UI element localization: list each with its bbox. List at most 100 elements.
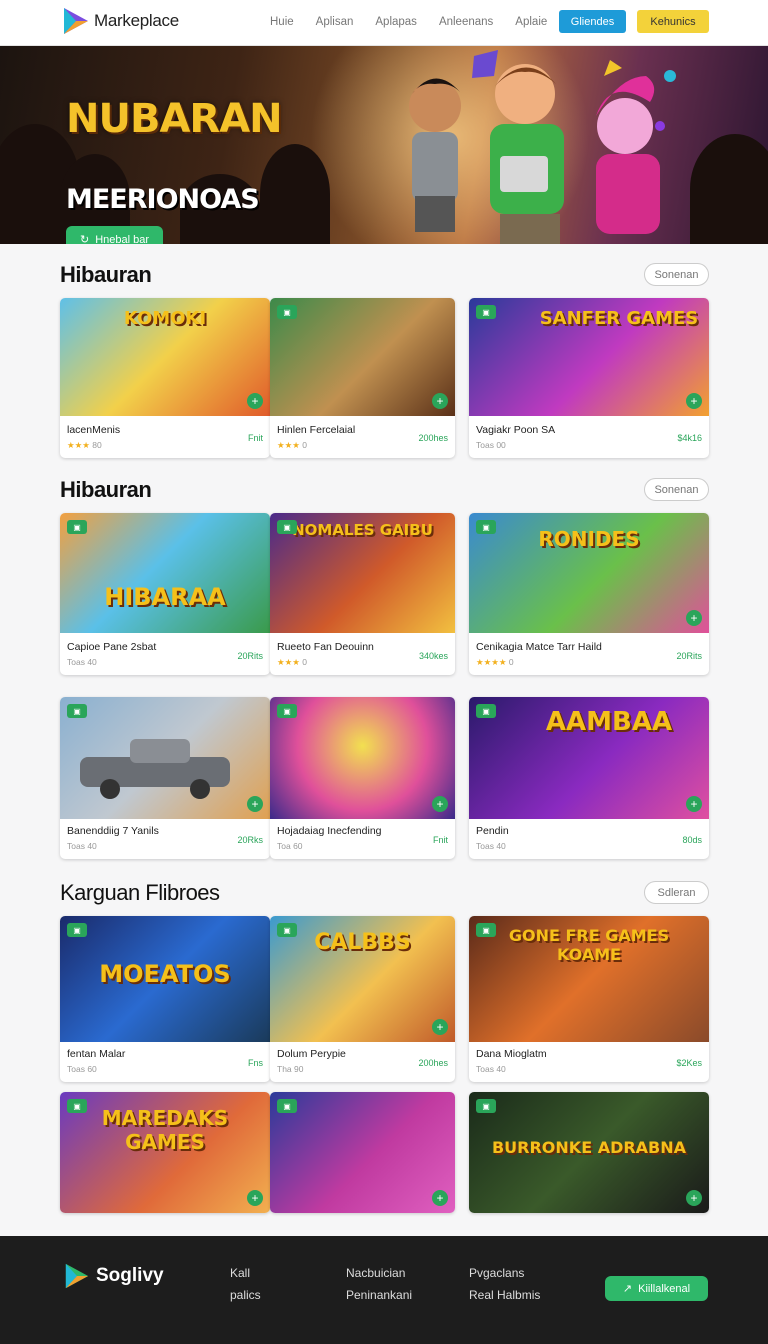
game-card[interactable]: ▣ + Hojadaiag Inecfending Toa 60 Fnit — [270, 697, 455, 859]
footer-brand-name: Soglivy — [96, 1265, 164, 1286]
see-all-button-1[interactable]: Sonenan — [644, 263, 709, 286]
card-price: Fnit — [247, 433, 263, 443]
play-logo-icon — [65, 1263, 89, 1289]
nav-link-4[interactable]: Anleenans — [439, 16, 493, 28]
category-badge-icon: ▣ — [277, 520, 297, 534]
card-title: Vagiakr Poon SA — [476, 424, 556, 436]
add-icon[interactable]: + — [686, 393, 702, 409]
game-card[interactable]: HIBARAA ▣ Capioe Pane 2sbat Toas 40 20Ri… — [60, 513, 270, 675]
game-card[interactable]: MOEATOS ▣ fentan Malar Toas 60 Fns — [60, 916, 270, 1082]
top-header: Markeplace Huie Aplisan Aplapas Anleenan… — [0, 0, 768, 46]
thumbnail-art-title: CALBBS — [314, 930, 411, 955]
footer-logo[interactable]: Soglivy — [64, 1262, 164, 1290]
card-meta: Toas 40 — [67, 841, 97, 851]
footer-link[interactable]: Pvgaclans — [469, 1262, 540, 1284]
game-card[interactable]: ▣ + Hinlen Fercelaial ★★★ 0 200hes — [270, 298, 455, 458]
card-meta: Tha 90 — [277, 1064, 304, 1074]
category-badge-icon: ▣ — [476, 704, 496, 718]
game-card[interactable]: KOMOKI + lacenMenis ★★★ 80 Fnit — [60, 298, 270, 458]
card-meta: Toas 40 — [67, 657, 97, 667]
see-all-button-3[interactable]: Sdleran — [644, 881, 709, 904]
add-icon[interactable]: + — [686, 796, 702, 812]
card-meta: Toas 40 — [476, 841, 506, 851]
game-card[interactable]: GONE FRE GAMES KOAME ▣ Dana Mioglatm Toa… — [469, 916, 709, 1082]
card-meta: Toas 60 — [67, 1064, 97, 1074]
game-thumbnail: GONE FRE GAMES KOAME ▣ — [469, 916, 709, 1042]
game-card[interactable]: ▣ + Banenddiig 7 Yanils Toas 40 20Rks — [60, 697, 270, 859]
card-meta: ★★★ 0 — [277, 657, 307, 667]
nav-link-2[interactable]: Aplisan — [316, 16, 354, 28]
footer-link[interactable]: Kall — [230, 1262, 261, 1284]
game-thumbnail: BURRONKE ADRABNA ▣ + — [469, 1092, 709, 1213]
game-card[interactable]: CALBBS ▣ + Dolum Perypie Tha 90 200hes — [270, 916, 455, 1082]
thumbnail-art-title: SANFER GAMES — [539, 308, 699, 329]
game-thumbnail: MAREDAKS GAMES ▣ + — [60, 1092, 270, 1213]
category-badge-icon: ▣ — [67, 704, 87, 718]
card-title: lacenMenis — [67, 424, 121, 436]
see-all-button-2[interactable]: Sonenan — [644, 478, 709, 501]
footer-cta-button[interactable]: ↗ Kiillalkenal — [605, 1276, 708, 1301]
footer-link[interactable]: palics — [230, 1284, 261, 1306]
secondary-header-button[interactable]: Kehunics — [637, 10, 709, 33]
add-icon[interactable]: + — [432, 796, 448, 812]
game-thumbnail: AAMBAA ▣ + — [469, 697, 709, 819]
card-meta: Toa 60 — [277, 841, 303, 851]
game-thumbnail: SANFER GAMES ▣ + — [469, 298, 709, 416]
add-icon[interactable]: + — [432, 1190, 448, 1206]
brand-logo[interactable]: Markeplace — [62, 6, 179, 36]
add-icon[interactable]: + — [247, 393, 263, 409]
card-price: 20Rits — [237, 651, 263, 661]
game-thumbnail: ▣ + — [270, 1092, 455, 1213]
nav-link-1[interactable]: Huie — [270, 16, 294, 28]
section-title-3: Karguan Flibroes — [60, 880, 220, 905]
primary-header-button[interactable]: Gliendes — [559, 10, 626, 33]
card-title: Cenikagia Matce Tarr Haild — [476, 641, 602, 653]
game-card[interactable]: MAREDAKS GAMES ▣ + — [60, 1092, 270, 1213]
nav-link-5[interactable]: Aplaie — [515, 16, 547, 28]
card-title: Pendin — [476, 825, 509, 837]
thumbnail-art-title: AAMBAA — [545, 707, 673, 737]
hero-cta-button[interactable]: ↻ Hnebal bar — [66, 226, 163, 244]
category-badge-icon: ▣ — [67, 1099, 87, 1113]
rating-stars-icon: ★★★ — [67, 440, 90, 450]
game-thumbnail: NOMALES GAIBU ▣ — [270, 513, 455, 633]
add-icon[interactable]: + — [686, 610, 702, 626]
add-icon[interactable]: + — [432, 1019, 448, 1035]
game-card[interactable]: ▣ + — [270, 1092, 455, 1213]
game-card[interactable]: BURRONKE ADRABNA ▣ + — [469, 1092, 709, 1213]
footer-link[interactable]: Real Halbmis — [469, 1284, 540, 1306]
game-card[interactable]: AAMBAA ▣ + Pendin Toas 40 80ds — [469, 697, 709, 859]
add-icon[interactable]: + — [247, 796, 263, 812]
game-card[interactable]: SANFER GAMES ▣ + Vagiakr Poon SA Toas 00… — [469, 298, 709, 458]
footer-link[interactable]: Peninankani — [346, 1284, 412, 1306]
game-thumbnail: KOMOKI + — [60, 298, 270, 416]
card-price: Fns — [247, 1058, 263, 1068]
game-thumbnail: HIBARAA ▣ — [60, 513, 270, 633]
site-footer: Soglivy Kall palics Nacbuician Peninanka… — [0, 1236, 768, 1344]
thumbnail-art-title: MAREDAKS GAMES — [101, 1106, 229, 1154]
hero-banner: NUBARAN MEERIONOAS ↻ Hnebal bar — [0, 46, 768, 244]
main-nav: Huie Aplisan Aplapas Anleenans Aplaie — [270, 16, 569, 28]
game-card[interactable]: NOMALES GAIBU ▣ Rueeto Fan Deouinn ★★★ 0… — [270, 513, 455, 675]
rating-stars-icon: ★★★★ — [476, 657, 507, 667]
hero-cta-label: Hnebal bar — [95, 233, 150, 245]
category-badge-icon: ▣ — [277, 1099, 297, 1113]
category-badge-icon: ▣ — [476, 520, 496, 534]
play-logo-icon — [64, 8, 88, 34]
footer-link[interactable]: Nacbuician — [346, 1262, 412, 1284]
card-price: Fnit — [432, 835, 448, 845]
card-price: 20Rits — [676, 651, 702, 661]
add-icon[interactable]: + — [432, 393, 448, 409]
thumbnail-art-title: KOMOKI — [123, 308, 207, 329]
game-card[interactable]: RONIDES ▣ + Cenikagia Matce Tarr Haild ★… — [469, 513, 709, 675]
brand-name: Markeplace — [94, 11, 179, 30]
add-icon[interactable]: + — [686, 1190, 702, 1206]
card-meta: Toas 40 — [476, 1064, 506, 1074]
game-thumbnail: RONIDES ▣ + — [469, 513, 709, 633]
card-title: fentan Malar — [67, 1048, 126, 1060]
nav-link-3[interactable]: Aplapas — [375, 16, 417, 28]
thumbnail-art-title: GONE FRE GAMES KOAME — [508, 926, 670, 964]
add-icon[interactable]: + — [247, 1190, 263, 1206]
card-title: Hinlen Fercelaial — [277, 424, 356, 436]
card-meta: Toas 00 — [476, 440, 506, 450]
